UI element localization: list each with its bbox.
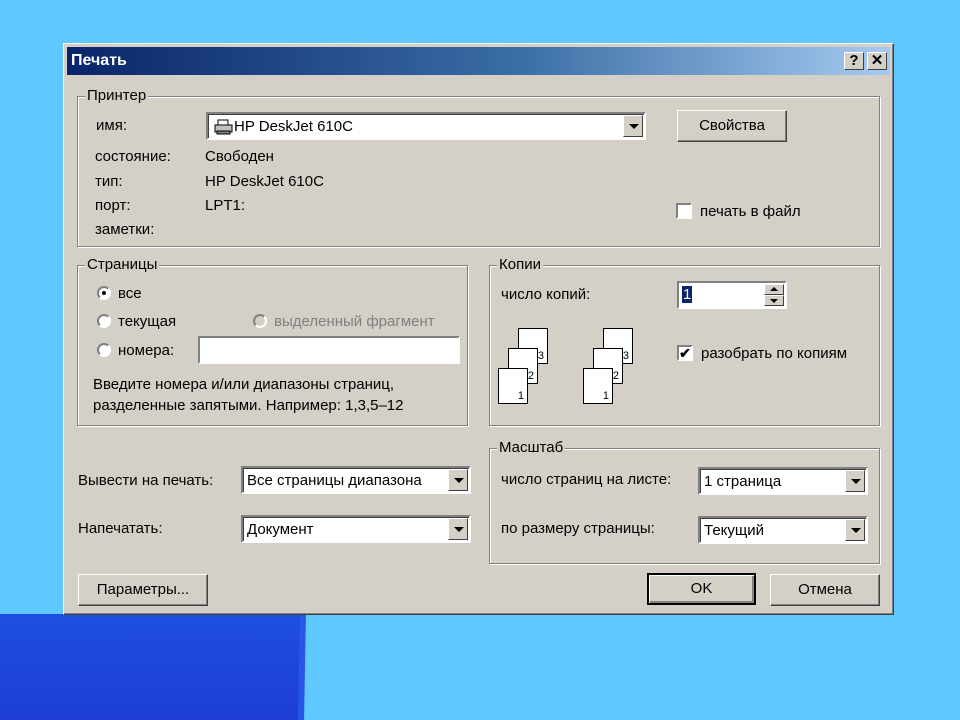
collate-stack-icon: 3 2 1: [498, 328, 568, 408]
print-dialog: Печать ? ✕ Принтер имя: HP DeskJet 610C …: [63, 43, 894, 615]
pages-selection-label[interactable]: выделенный фрагмент: [274, 313, 435, 330]
properties-button[interactable]: Свойства: [677, 110, 787, 142]
cancel-button[interactable]: Отмена: [770, 574, 880, 606]
print-what-label: Напечатать:: [78, 520, 163, 537]
copies-group: Копии число копий: 1 3 2 1 3 2 1 ✔ разоб…: [489, 256, 880, 426]
printer-icon: [214, 119, 233, 135]
pages-current-radio[interactable]: [97, 314, 111, 328]
printer-legend: Принтер: [85, 87, 149, 104]
printer-port-value: LPT1:: [205, 197, 246, 214]
zoom-legend: Масштаб: [497, 439, 566, 456]
copies-count-value[interactable]: 1: [682, 286, 693, 303]
print-what-value: Документ: [247, 521, 314, 538]
window-title: Печать: [71, 52, 127, 69]
pages-per-sheet-label: число страниц на листе:: [501, 471, 672, 488]
print-what-select[interactable]: Документ: [241, 515, 471, 543]
spin-up-icon[interactable]: [764, 284, 784, 295]
options-button[interactable]: Параметры...: [78, 574, 208, 606]
pages-hint-line2: разделенные запятыми. Например: 1,3,5–12: [93, 397, 404, 414]
copies-count-spinner[interactable]: 1: [677, 281, 787, 309]
printer-port-label: порт:: [95, 197, 131, 214]
ok-button[interactable]: OK: [647, 573, 756, 605]
pages-all-label[interactable]: все: [118, 285, 142, 302]
pages-per-sheet-value: 1 страница: [704, 473, 782, 490]
pages-numbers-label[interactable]: номера:: [118, 342, 174, 359]
print-range-label: Вывести на печать:: [78, 472, 214, 489]
chevron-down-icon[interactable]: [448, 518, 468, 540]
print-range-select[interactable]: Все страницы диапазона: [241, 466, 471, 494]
collate-stack-icon: 3 2 1: [583, 328, 653, 408]
page-number-2: 2: [527, 370, 534, 382]
printer-type-value: HP DeskJet 610C: [205, 173, 324, 190]
print-to-file-checkbox[interactable]: [676, 203, 692, 219]
title-bar: Печать ? ✕: [67, 47, 890, 75]
copies-count-label: число копий:: [501, 286, 591, 303]
pages-legend: Страницы: [85, 256, 160, 273]
help-button[interactable]: ?: [844, 52, 864, 70]
printer-name-label: имя:: [96, 117, 127, 134]
close-button[interactable]: ✕: [867, 52, 887, 70]
pages-selection-radio[interactable]: [253, 314, 267, 328]
collate-checkbox[interactable]: ✔: [677, 345, 693, 361]
scale-value: Текущий: [704, 522, 764, 539]
pages-group: Страницы все текущая выделенный фрагмент…: [77, 256, 468, 426]
collate-label[interactable]: разобрать по копиям: [701, 345, 847, 362]
page-number-1: 1: [602, 390, 609, 402]
printer-type-label: тип:: [95, 173, 123, 190]
printer-status-label: состояние:: [95, 148, 171, 165]
printer-name-value: HP DeskJet 610C: [234, 118, 353, 135]
printer-group: Принтер имя: HP DeskJet 610C Свойства со…: [77, 87, 880, 247]
spin-down-icon[interactable]: [764, 295, 784, 306]
pages-all-radio[interactable]: [97, 286, 111, 300]
pages-per-sheet-select[interactable]: 1 страница: [698, 467, 868, 495]
printer-name-select[interactable]: HP DeskJet 610C: [206, 112, 646, 140]
copies-legend: Копии: [497, 256, 543, 273]
page-number-3: 3: [622, 350, 629, 362]
zoom-group: Масштаб число страниц на листе: 1 страни…: [489, 439, 880, 564]
print-to-file-label[interactable]: печать в файл: [700, 203, 801, 220]
chevron-down-icon[interactable]: [623, 115, 643, 137]
scale-label: по размеру страницы:: [501, 520, 655, 537]
desktop-background-shape: [0, 614, 302, 720]
chevron-down-icon[interactable]: [845, 470, 865, 492]
chevron-down-icon[interactable]: [845, 519, 865, 541]
printer-status-value: Свободен: [205, 148, 274, 165]
page-numbers-input[interactable]: [198, 336, 460, 364]
pages-numbers-radio[interactable]: [97, 343, 111, 357]
scale-select[interactable]: Текущий: [698, 516, 868, 544]
print-range-value: Все страницы диапазона: [247, 472, 422, 489]
page-number-2: 2: [612, 370, 619, 382]
page-number-3: 3: [537, 350, 544, 362]
page-number-1: 1: [517, 390, 524, 402]
printer-notes-label: заметки:: [95, 221, 155, 238]
pages-current-label[interactable]: текущая: [118, 313, 176, 330]
pages-hint-line1: Введите номера и/или диапазоны страниц,: [93, 376, 395, 393]
chevron-down-icon[interactable]: [448, 469, 468, 491]
